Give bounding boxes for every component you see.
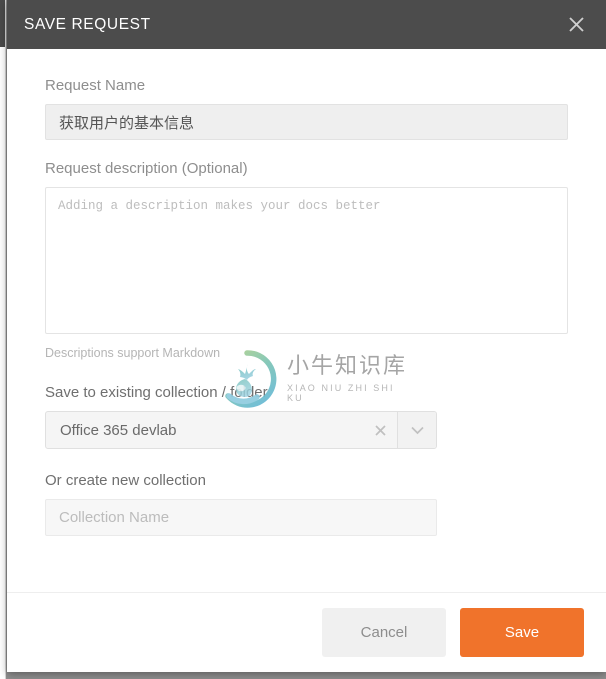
save-button[interactable]: Save <box>460 608 584 657</box>
dialog-footer: Cancel Save <box>7 592 606 672</box>
existing-collection-field-group: Save to existing collection / folder Off… <box>45 384 568 449</box>
save-request-dialog: SAVE REQUEST Request Name Request descri… <box>7 0 606 672</box>
existing-collection-value: Office 365 devlab <box>60 421 177 439</box>
request-description-textarea[interactable] <box>45 187 568 334</box>
existing-collection-label: Save to existing collection / folder <box>45 384 268 401</box>
dialog-header: SAVE REQUEST <box>7 0 606 49</box>
new-collection-input[interactable] <box>45 499 437 536</box>
request-description-field-group: Request description (Optional) Descripti… <box>45 160 568 360</box>
existing-collection-select[interactable]: Office 365 devlab <box>45 411 437 449</box>
new-collection-field-group: Or create new collection <box>45 472 568 536</box>
request-name-label: Request Name <box>45 77 146 94</box>
markdown-hint: Descriptions support Markdown <box>45 346 221 360</box>
close-icon[interactable] <box>562 11 590 39</box>
background-page-sliver <box>0 0 6 679</box>
dialog-body: Request Name Request description (Option… <box>7 49 606 592</box>
request-name-field-group: Request Name <box>45 77 568 140</box>
request-name-input[interactable] <box>45 104 568 140</box>
new-collection-label: Or create new collection <box>45 472 206 489</box>
request-description-label: Request description (Optional) <box>45 160 248 177</box>
background-page-header-sliver <box>0 0 5 47</box>
clear-selection-icon[interactable] <box>363 412 397 448</box>
page-title: SAVE REQUEST <box>24 15 151 33</box>
chevron-down-icon[interactable] <box>397 412 436 448</box>
cancel-button[interactable]: Cancel <box>322 608 446 657</box>
